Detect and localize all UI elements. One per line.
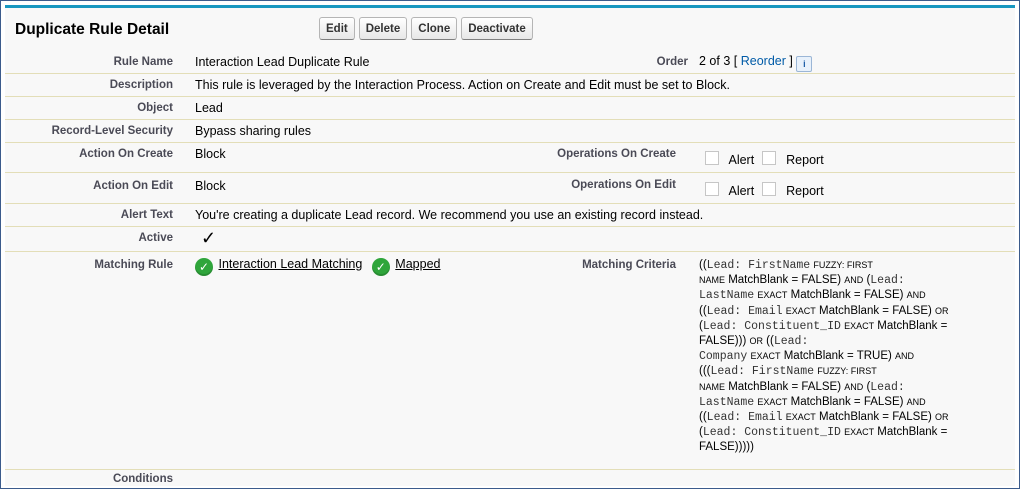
order-bracket-close: ] — [789, 54, 793, 68]
delete-button[interactable]: Delete — [358, 17, 408, 40]
row-active: Active ✓ — [5, 227, 1015, 252]
order-text: 2 of 3 — [699, 54, 731, 68]
action-on-create-value: Block — [195, 147, 226, 161]
operations-on-create-options: Alert Report — [705, 151, 824, 167]
criteria-line: ((Lead: Email EXACT MatchBlank = FALSE) … — [699, 411, 949, 425]
clone-button[interactable]: Clone — [411, 17, 458, 40]
record-level-security-value: Bypass sharing rules — [195, 124, 312, 138]
action-on-edit-value: Block — [195, 179, 226, 193]
criteria-line: LastName EXACT MatchBlank = FALSE) AND — [699, 395, 926, 409]
edit-report-label: Report — [786, 184, 824, 198]
row-record-level-security: Record-Level Security Bypass sharing rul… — [5, 120, 1015, 143]
row-matching-rule: Matching Rule ✓ Interaction Lead Matchin… — [5, 252, 1015, 470]
panel-header: Duplicate Rule Detail Edit Delete Clone … — [5, 8, 1015, 50]
object-label: Object — [137, 102, 173, 114]
page-title: Duplicate Rule Detail — [15, 21, 170, 38]
matching-rule-label: Matching Rule — [94, 259, 173, 271]
row-conditions: Conditions — [5, 470, 1015, 488]
description-label: Description — [109, 79, 173, 91]
matching-criteria-value: ((Lead: FirstName FUZZY: FIRST NAME Matc… — [699, 258, 1005, 456]
object-value: Lead — [195, 101, 223, 115]
action-on-edit-label: Action On Edit — [93, 180, 173, 192]
detail-panel: Duplicate Rule Detail Edit Delete Clone … — [5, 5, 1015, 486]
operations-on-edit-options: Alert Report — [705, 182, 824, 198]
edit-button[interactable]: Edit — [319, 17, 355, 40]
criteria-line: LastName EXACT MatchBlank = FALSE) AND — [699, 289, 926, 303]
active-checkmark-icon: ✓ — [201, 228, 217, 248]
order-label: Order — [656, 56, 688, 68]
row-action-on-create: Action On Create Block Operations On Cre… — [5, 143, 1015, 173]
row-description: Description This rule is leveraged by th… — [5, 74, 1015, 97]
create-report-label: Report — [786, 153, 824, 167]
matching-rule-link[interactable]: Interaction Lead Matching — [218, 257, 362, 271]
window-frame: Duplicate Rule Detail Edit Delete Clone … — [0, 0, 1020, 489]
criteria-line: (Lead: Constituent_ID EXACT MatchBlank = — [699, 426, 948, 440]
check-circle-icon: ✓ — [195, 258, 213, 276]
info-icon[interactable]: i — [796, 56, 813, 72]
criteria-line: ((Lead: FirstName FUZZY: FIRST — [699, 259, 873, 272]
mapped-status-link[interactable]: Mapped — [395, 257, 440, 271]
create-report-checkbox[interactable] — [761, 151, 776, 165]
criteria-line: NAME MatchBlank = FALSE) AND (Lead: — [699, 380, 905, 394]
order-bracket-open: [ — [733, 54, 738, 68]
reorder-link[interactable]: Reorder — [741, 54, 786, 68]
create-alert-checkbox[interactable] — [705, 151, 719, 165]
matching-rule-value: ✓ Interaction Lead Matching ✓ Mapped — [195, 257, 440, 276]
criteria-line: (((Lead: FirstName FUZZY: FIRST — [699, 365, 877, 379]
active-label: Active — [138, 232, 173, 244]
create-alert-label: Alert — [728, 153, 755, 167]
criteria-line: (Lead: Constituent_ID EXACT MatchBlank = — [699, 319, 948, 333]
row-action-on-edit: Action On Edit Block Operations On Edit … — [5, 173, 1015, 204]
description-value: This rule is leveraged by the Interactio… — [195, 78, 730, 92]
criteria-line: FALSE))))) — [699, 441, 754, 454]
check-circle-icon: ✓ — [371, 258, 390, 276]
row-rule-name: Rule Name Interaction Lead Duplicate Rul… — [5, 50, 1015, 74]
operations-on-edit-label: Operations On Edit — [571, 179, 676, 191]
criteria-line: NAME MatchBlank = FALSE) AND (Lead: — [699, 274, 905, 288]
alert-text-value: You're creating a duplicate Lead record.… — [195, 208, 704, 222]
record-level-security-label: Record-Level Security — [51, 125, 173, 137]
order-value: 2 of 3 [ Reorder ] i — [699, 54, 813, 72]
criteria-line: Company EXACT MatchBlank = TRUE) AND — [699, 350, 915, 364]
criteria-line: ((Lead: Email EXACT MatchBlank = FALSE) … — [699, 304, 949, 318]
edit-alert-checkbox[interactable] — [705, 182, 719, 196]
action-on-create-label: Action On Create — [79, 148, 173, 160]
operations-on-create-label: Operations On Create — [557, 148, 676, 160]
row-alert-text: Alert Text You're creating a duplicate L… — [5, 204, 1015, 227]
rule-name-label: Rule Name — [113, 56, 173, 68]
toolbar: Edit Delete Clone Deactivate — [319, 17, 533, 40]
conditions-label: Conditions — [112, 473, 173, 485]
matching-criteria-label: Matching Criteria — [582, 259, 676, 271]
criteria-line: FALSE))) OR ((Lead: — [699, 335, 809, 349]
alert-text-label: Alert Text — [120, 209, 173, 221]
deactivate-button[interactable]: Deactivate — [461, 17, 533, 40]
edit-report-checkbox[interactable] — [761, 182, 776, 196]
rule-name-value: Interaction Lead Duplicate Rule — [195, 55, 370, 69]
edit-alert-label: Alert — [728, 184, 755, 198]
row-object: Object Lead — [5, 97, 1015, 120]
